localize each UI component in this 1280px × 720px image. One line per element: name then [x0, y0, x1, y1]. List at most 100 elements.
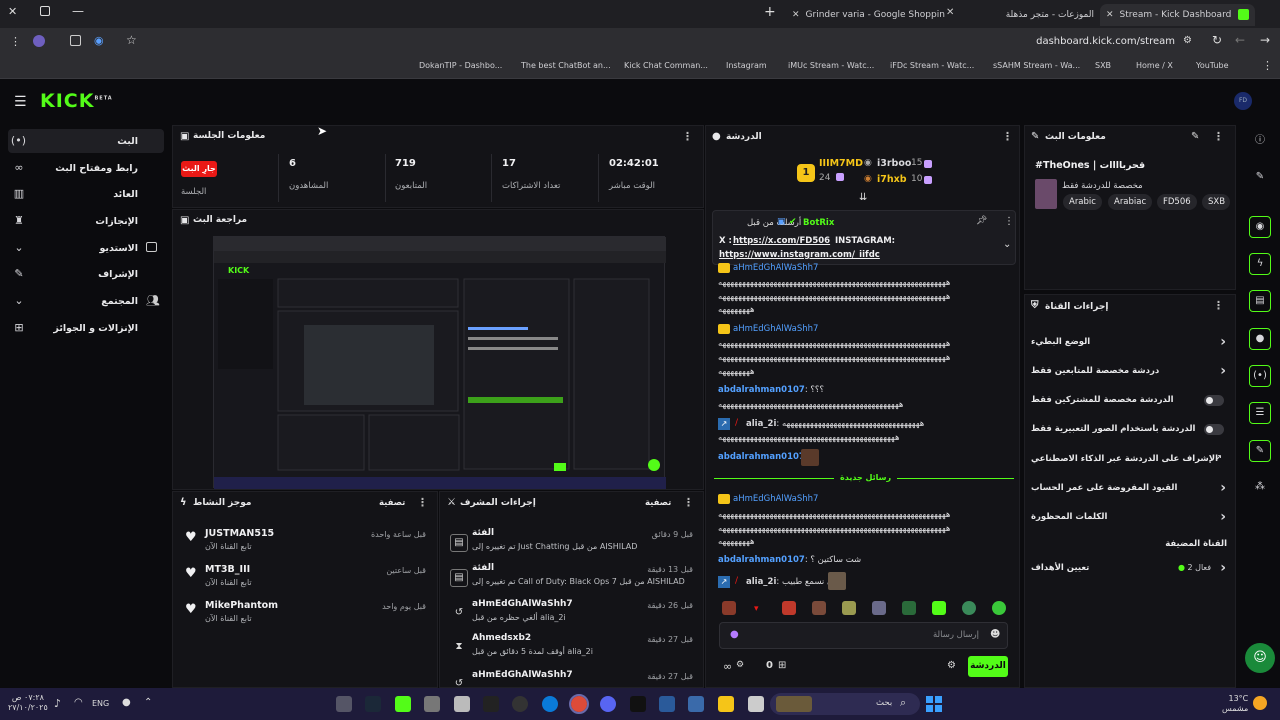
sidebar-item-community[interactable]: ⌄ المجتمع 👥︎	[8, 289, 164, 313]
share-icon[interactable]: ⁂	[1249, 477, 1271, 499]
clock[interactable]: ٠٧:٢٨ ص ٢٧/١٠/٢٠٢٥	[8, 693, 48, 713]
emote-icon[interactable]: ▾	[754, 604, 759, 614]
bookmark-item[interactable]: sSAHM Stream - Wa...	[993, 61, 1080, 70]
more-bookmarks-icon[interactable]: ⋮	[1262, 59, 1273, 72]
chat-username[interactable]: abdalrahman0107	[718, 385, 805, 395]
chat-username[interactable]: alia_2i	[746, 419, 776, 429]
emotes-only-toggle[interactable]	[1204, 424, 1224, 435]
edit-icon[interactable]: ✎	[1191, 131, 1199, 142]
broadcast-icon[interactable]: (•)	[1249, 365, 1271, 387]
back-icon[interactable]: →	[1260, 33, 1270, 47]
stream-tag[interactable]: SXB	[1202, 194, 1230, 210]
chat-username[interactable]: aHmEdGhAlWaShh7	[733, 494, 1023, 504]
chevron-down-icon[interactable]: ⌄	[1003, 239, 1011, 250]
send-chat-button[interactable]: الدردشة	[968, 656, 1008, 677]
kick-app-icon[interactable]	[395, 696, 411, 712]
epic-games-icon[interactable]	[483, 696, 499, 712]
pinned-link[interactable]: https://www.instagram.com/_iifdc	[719, 250, 880, 260]
wifi-icon[interactable]: ◠	[74, 697, 83, 708]
bookmark-star-icon[interactable]: ☆	[126, 33, 137, 47]
emote-icon[interactable]	[962, 601, 976, 615]
bookmark-item[interactable]: iMUc Stream - Watc...	[788, 61, 874, 70]
feed-name[interactable]: JUSTMAN515	[205, 528, 274, 539]
extension-icon[interactable]	[33, 35, 45, 47]
taskbar-search[interactable]: بحث ⌕	[770, 693, 920, 715]
settings-app-icon[interactable]	[424, 696, 440, 712]
sidebar-item-stream[interactable]: (•) البث	[8, 129, 164, 153]
new-messages-label[interactable]: رسائل جديدة	[834, 473, 898, 482]
tab-store[interactable]: الموزعات - متجر مذهلة	[990, 4, 1100, 26]
forward-icon[interactable]: ←	[1235, 33, 1245, 47]
followers-only-item[interactable]: دردشة مخصصة للمتابعين فقط ›	[1030, 362, 1228, 384]
file-explorer-icon[interactable]	[718, 696, 734, 712]
ai-moderation-item[interactable]: الإشراف على الدردشة عبر الذكاء الاصطناعي…	[1030, 450, 1228, 472]
stream-tag[interactable]: FD506	[1157, 194, 1197, 210]
emote-icon[interactable]	[782, 601, 796, 615]
pin-icon[interactable]: 📌︎	[976, 216, 987, 226]
tab-google-shopping[interactable]: ✕ Grinder varia - Google Shoppin	[786, 4, 946, 26]
app-icon[interactable]	[630, 696, 646, 712]
pencil-icon[interactable]: ✎	[1249, 167, 1271, 189]
stream-video[interactable]: KICK	[213, 236, 666, 489]
document-icon[interactable]: ▤	[1249, 290, 1271, 312]
reload-icon[interactable]: ↻	[1212, 33, 1222, 47]
close-window-icon[interactable]: ✕	[8, 6, 20, 18]
kebab-menu-icon[interactable]: ⋮	[1213, 299, 1224, 312]
app-icon[interactable]	[659, 696, 675, 712]
points-icon[interactable]: ⚙	[736, 660, 744, 670]
emote-icon[interactable]	[872, 601, 886, 615]
security-icon[interactable]	[688, 696, 704, 712]
camera-icon[interactable]: ◉	[1249, 216, 1271, 238]
leader-name[interactable]: i3rboo	[877, 158, 911, 169]
minimize-icon[interactable]: —	[72, 4, 84, 18]
kebab-menu-icon[interactable]: ⋮	[1004, 216, 1014, 227]
infinity-icon[interactable]: ∞	[723, 660, 732, 673]
stream-tag[interactable]: Arabiac	[1108, 194, 1153, 210]
url-field[interactable]: dashboard.kick.com/stream	[940, 36, 1175, 47]
kebab-menu-icon[interactable]: ⋮	[683, 496, 694, 509]
account-age-item[interactable]: القيود المفروضة على عمر الحساب ›	[1030, 479, 1228, 501]
cast-icon[interactable]: ◉	[94, 34, 104, 47]
microphone-icon[interactable]: ●	[730, 629, 739, 640]
emote-icon[interactable]	[932, 601, 946, 615]
bookmark-item[interactable]: DokanTIP - Dashbo...	[419, 61, 502, 70]
bookmark-item[interactable]: SXB	[1095, 61, 1111, 70]
new-tab-icon[interactable]: +	[764, 4, 776, 20]
chrome-icon[interactable]	[569, 694, 589, 714]
pinned-sender[interactable]: BotRix	[803, 218, 834, 228]
app-icon[interactable]	[454, 696, 470, 712]
sidebar-item-stream-key[interactable]: ∞ رابط ومفتاح البث	[8, 156, 164, 180]
support-chat-icon[interactable]: ☺	[1245, 643, 1275, 673]
menu-dots-icon[interactable]: ⋮	[10, 35, 21, 48]
gift-icon[interactable]: ⊞	[778, 660, 786, 671]
edge-icon[interactable]	[542, 696, 558, 712]
collapse-leaders-icon[interactable]: ⇊	[859, 192, 867, 203]
steam-icon[interactable]	[365, 696, 381, 712]
emote-icon[interactable]	[992, 601, 1006, 615]
obs-icon[interactable]	[512, 696, 528, 712]
chat-bubble-icon[interactable]: ●	[1249, 328, 1271, 350]
kebab-menu-icon[interactable]: ⋮	[1213, 130, 1224, 143]
sidebar-item-moderation[interactable]: ✎ الإشراف	[8, 262, 164, 286]
chat-username[interactable]: aHmEdGhAlWaShh7	[733, 324, 1023, 334]
chat-username[interactable]: alia_2i	[746, 577, 776, 587]
chat-input[interactable]: ● إرسال رسالة ☻	[719, 622, 1008, 649]
layers-icon[interactable]: ☰	[1249, 402, 1271, 424]
kebab-menu-icon[interactable]: ⋮	[682, 130, 693, 143]
settings-gear-icon[interactable]: ⚙	[947, 660, 956, 671]
chat-username[interactable]: aHmEdGhAlWaShh7	[733, 263, 1023, 273]
discord-icon[interactable]	[600, 696, 616, 712]
hamburger-menu-icon[interactable]: ☰	[14, 94, 27, 110]
weather-widget[interactable]: 13°C مشمس	[1222, 694, 1248, 714]
info-icon[interactable]: ⓘ	[1249, 131, 1271, 153]
emote-icon[interactable]	[722, 601, 736, 615]
tab-close-icon[interactable]: ✕	[946, 7, 954, 18]
sidebar-item-revenue[interactable]: ▥ العائد	[8, 182, 164, 206]
emote-icon[interactable]	[842, 601, 856, 615]
language-indicator[interactable]: ENG	[92, 699, 109, 708]
pinned-link[interactable]: https://x.com/FD506	[733, 236, 830, 246]
sidebar-item-drops[interactable]: ⊞ الإنزالات و الجوائز	[8, 316, 164, 340]
chat-username[interactable]: abdalrahman0107	[718, 555, 805, 565]
kick-logo[interactable]: KICKBETA	[40, 90, 113, 112]
bookmark-item[interactable]: The best ChatBot an...	[521, 61, 611, 70]
